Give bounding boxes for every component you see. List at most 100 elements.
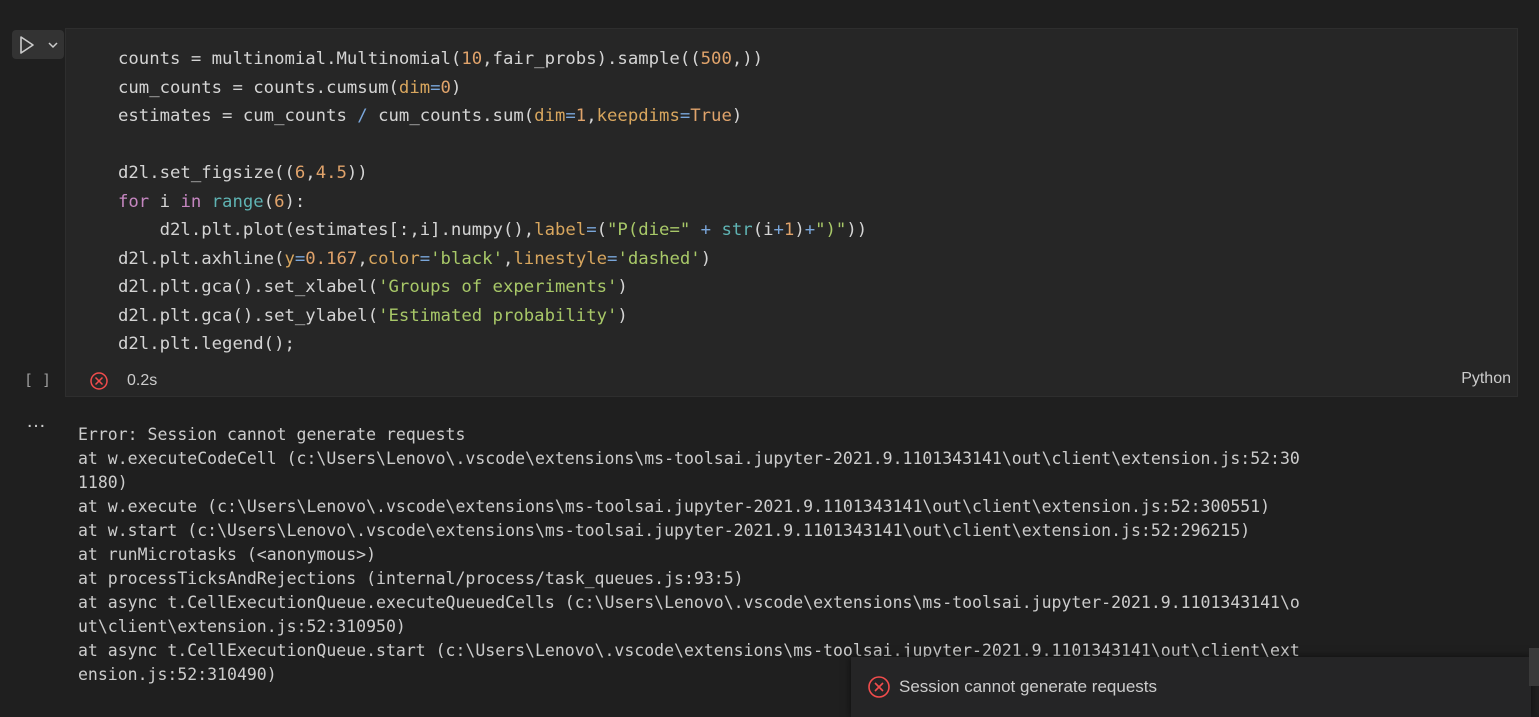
code-token: )) [346,163,368,183]
code-line: d2l.plt.legend(); [118,330,867,359]
code-token: = [586,220,597,240]
execution-duration: 0.2s [127,372,158,389]
execution-count: [ ] [24,371,52,389]
code-token: range [211,191,264,212]
code-token: (i [752,220,774,240]
code-token: 'Groups of experiments' [378,277,618,297]
code-token: )) [846,220,868,240]
code-token: d2l.plt.legend(); [118,334,295,354]
code-line: d2l.plt.gca().set_xlabel('Groups of expe… [118,273,867,302]
code-token: color [367,248,420,269]
run-options-dropdown[interactable] [42,30,64,59]
code-token: ) [700,248,712,269]
output-line: 1180) [78,473,128,492]
code-token: "P(die=" [607,220,691,240]
code-line: d2l.set_figsize((6,4.5)) [118,159,867,188]
code-token: d2l.plt.gca().set_ylabel( [118,305,379,326]
code-token: = [419,248,431,269]
code-token: , [305,163,316,183]
code-token: counts = multinomial.Multinomial( [118,49,462,69]
scrollbar-thumb[interactable] [1529,648,1539,686]
code-token: ) [731,106,743,126]
code-token: 0 [440,77,451,98]
code-token: 6 [294,163,306,183]
code-token: cum_counts.sum( [367,106,535,126]
code-line: estimates = cum_counts / cum_counts.sum(… [118,102,867,131]
code-token: d2l.plt.axhline( [118,248,285,269]
code-token: 0.167 [305,248,358,269]
code-token: keepdims [596,106,680,126]
toast-message: Session cannot generate requests [899,677,1158,696]
code-token: 'black' [430,248,503,269]
output-line: at w.start (c:\Users\Lenovo\.vscode\exte… [78,521,1251,540]
code-token: ) [617,305,628,326]
code-token: 4.5 [315,163,347,183]
code-token: label [534,220,587,240]
code-token: , [357,248,368,269]
code-token: ")" [815,220,847,240]
cell-output: Error: Session cannot generate requests a… [78,423,1503,687]
code-token: , [503,248,514,269]
code-cell[interactable]: counts = multinomial.Multinomial(10,fair… [65,28,1518,397]
code-token: ,)) [731,49,764,69]
code-line: cum_counts = counts.cumsum(dim=0) [118,74,867,103]
error-circle-icon [868,676,890,698]
code-token: 'dashed' [617,248,701,269]
run-cell-group [12,30,64,59]
code-line: d2l.plt.plot(estimates[:,i].numpy(),labe… [118,216,868,245]
code-token: y [284,248,295,269]
code-token: = [294,248,306,269]
code-token: ( [263,191,275,212]
code-token: estimates = cum_counts [118,106,358,126]
code-token: = [607,248,618,269]
code-token: + [700,220,712,240]
code-token: i [149,191,181,212]
code-token: 1 [575,106,587,126]
output-line: at runMicrotasks (<anonymous>) [78,545,377,564]
code-token: ): [284,191,306,212]
code-token: 10 [461,49,483,69]
code-token: True [690,106,732,126]
cell-status: 0.2s [89,368,157,394]
code-token: dim [398,77,431,98]
code-token: ) [450,77,462,98]
code-token: dim [534,106,566,126]
code-line: counts = multinomial.Multinomial(10,fair… [118,45,867,74]
play-icon [20,35,34,54]
code-line: for i in range(6): [118,188,867,217]
code-token: + [773,220,784,240]
output-line: at w.executeCodeCell (c:\Users\Lenovo\.v… [78,449,1300,468]
code-token: ) [794,220,805,240]
code-line: d2l.plt.gca().set_ylabel('Estimated prob… [118,302,867,331]
code-token: 6 [274,191,285,212]
code-editor[interactable]: counts = multinomial.Multinomial(10,fair… [118,45,867,359]
code-token: = [565,106,576,126]
chevron-down-icon [48,41,58,48]
kernel-language-button[interactable]: Python [1461,370,1511,388]
output-line: ut\client\extension.js:52:310950) [78,617,406,636]
code-token: 500 [700,49,732,69]
code-token: in [180,191,202,212]
run-cell-button[interactable] [12,30,42,59]
code-token: + [804,220,816,240]
code-token: linestyle [513,248,608,269]
error-notification-toast[interactable]: Session cannot generate requests [851,657,1531,717]
output-line: at w.execute (c:\Users\Lenovo\.vscode\ex… [78,497,1271,516]
code-token: d2l.plt.plot(estimates[:,i].numpy(), [118,220,535,240]
code-token: ( [596,220,608,240]
code-token: d2l.set_figsize(( [118,163,295,183]
output-line: at processTicksAndRejections (internal/p… [78,569,744,588]
code-token: 'Estimated probability' [378,305,618,326]
code-token: / [357,106,368,126]
code-token: cum_counts = counts.cumsum( [118,77,399,98]
output-actions-button[interactable]: … [26,410,47,433]
code-token: ) [617,277,628,297]
output-line: at async t.CellExecutionQueue.executeQue… [78,593,1300,612]
output-line: Error: Session cannot generate requests [78,425,466,444]
code-line: d2l.plt.axhline(y=0.167,color='black',li… [118,245,867,274]
notebook-editor: counts = multinomial.Multinomial(10,fair… [0,0,1539,717]
code-token: for [118,191,150,212]
